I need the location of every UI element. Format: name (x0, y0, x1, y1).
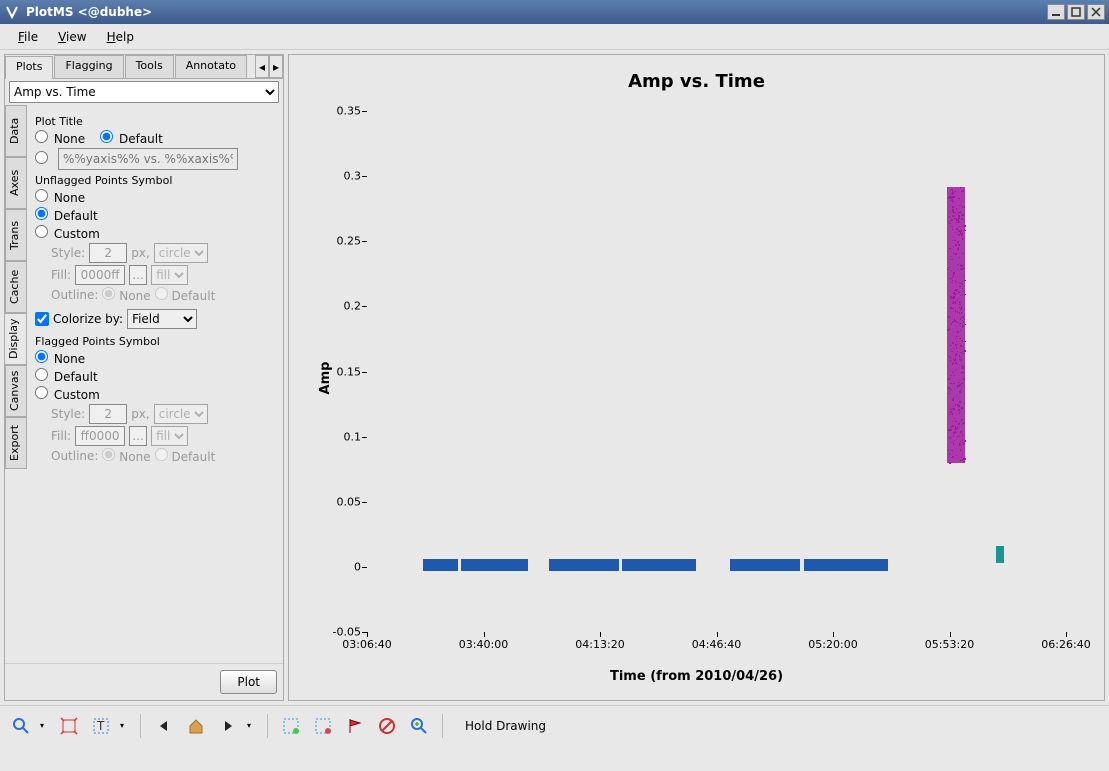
next-dropdown[interactable]: ▾ (247, 721, 257, 730)
unflagged-none[interactable]: None (35, 189, 85, 205)
deselect-region-icon[interactable] (310, 713, 336, 739)
plot-button[interactable]: Plot (220, 670, 277, 694)
text-dropdown[interactable]: ▾ (120, 721, 130, 730)
flagged-shape[interactable]: circle (154, 404, 208, 424)
flagged-fill-picker[interactable]: ... (129, 426, 147, 446)
flagged-custom[interactable]: Custom (35, 386, 100, 402)
vtab-export[interactable]: Export (5, 417, 27, 469)
data-points (730, 559, 800, 570)
unflagged-outline-label: Outline: (51, 288, 98, 302)
fit-icon[interactable] (56, 713, 82, 739)
vtab-display[interactable]: Display (5, 313, 27, 365)
unflagged-fill-picker[interactable]: ... (129, 265, 147, 285)
plot-title-label: Plot Title (35, 115, 275, 128)
flagged-style-value[interactable] (89, 404, 127, 424)
tab-annotator[interactable]: Annotato (175, 55, 247, 78)
unflagged-label: Unflagged Points Symbol (35, 174, 275, 187)
plot-title-default[interactable]: Default (100, 130, 163, 146)
vtab-data[interactable]: Data (5, 105, 27, 157)
data-points (804, 559, 888, 570)
close-button[interactable] (1087, 4, 1105, 20)
vtab-cache[interactable]: Cache (5, 261, 27, 313)
text-tool-icon[interactable]: T (88, 713, 114, 739)
next-icon[interactable] (215, 713, 241, 739)
flag-icon[interactable] (342, 713, 368, 739)
top-tabs: Plots Flagging Tools Annotato ◂ ▸ (5, 55, 283, 79)
unflagged-default[interactable]: Default (35, 207, 98, 223)
app-icon (4, 4, 20, 20)
menubar: File View Help (0, 24, 1109, 50)
flagged-style-label: Style: (51, 407, 85, 421)
vertical-tabs: Data Axes Trans Cache Display Canvas Exp… (5, 105, 27, 663)
home-icon[interactable] (183, 713, 209, 739)
flagged-outline-none[interactable]: None (102, 448, 150, 464)
chart-pane: Amp vs. Time Amp Time (from 2010/04/26) … (288, 54, 1105, 701)
tab-plots[interactable]: Plots (5, 56, 53, 79)
unflagged-outline-default[interactable]: Default (155, 287, 216, 303)
tab-tools[interactable]: Tools (125, 55, 174, 78)
colorize-select[interactable]: Field (127, 309, 197, 329)
plot-title-input[interactable] (58, 148, 238, 170)
tab-scroll-right[interactable]: ▸ (269, 55, 283, 78)
titlebar: PlotMS <@dubhe> (0, 0, 1109, 24)
data-points (423, 559, 458, 570)
unflagged-outline-none[interactable]: None (102, 287, 150, 303)
chart-xlabel: Time (from 2010/04/26) (297, 669, 1096, 684)
plot-type-select[interactable]: Amp vs. Time (9, 81, 279, 103)
vtab-axes[interactable]: Axes (5, 157, 27, 209)
unflagged-shape[interactable]: circle (154, 243, 208, 263)
select-region-icon[interactable] (278, 713, 304, 739)
flagged-outline-label: Outline: (51, 449, 98, 463)
prev-icon[interactable] (151, 713, 177, 739)
menu-help[interactable]: Help (97, 26, 144, 48)
data-points (996, 546, 1004, 563)
unflagged-style-label: Style: (51, 246, 85, 260)
zoom-icon[interactable] (8, 713, 34, 739)
status-text: Hold Drawing (465, 719, 546, 733)
data-points (461, 559, 527, 570)
flagged-outline-default[interactable]: Default (155, 448, 216, 464)
menu-view[interactable]: View (48, 26, 96, 48)
data-points (549, 559, 619, 570)
flagged-default[interactable]: Default (35, 368, 98, 384)
flagged-fill-mode[interactable]: fill (151, 426, 188, 446)
minimize-button[interactable] (1047, 4, 1065, 20)
vtab-canvas[interactable]: Canvas (5, 365, 27, 417)
flagged-none[interactable]: None (35, 350, 85, 366)
locate-icon[interactable] (406, 713, 432, 739)
chart-ylabel: Amp (318, 361, 333, 394)
zoom-dropdown[interactable]: ▾ (40, 721, 50, 730)
unflagged-fill-label: Fill: (51, 268, 71, 282)
unflagged-custom[interactable]: Custom (35, 225, 100, 241)
window-title: PlotMS <@dubhe> (26, 5, 1045, 19)
svg-text:T: T (96, 719, 105, 733)
plot-title-custom[interactable] (35, 151, 50, 167)
tab-flagging[interactable]: Flagging (54, 55, 123, 78)
flagged-fill-label: Fill: (51, 429, 71, 443)
vtab-trans[interactable]: Trans (5, 209, 27, 261)
plot-title-none[interactable]: None (35, 130, 85, 146)
menu-file[interactable]: File (8, 26, 48, 48)
colorize-checkbox[interactable] (35, 312, 49, 326)
unflagged-fill-mode[interactable]: fill (151, 265, 188, 285)
left-pane: Plots Flagging Tools Annotato ◂ ▸ Amp vs… (4, 54, 284, 701)
flagged-fill-value[interactable] (75, 426, 125, 446)
unflagged-fill-value[interactable] (75, 265, 125, 285)
bottom-toolbar: ▾ T ▾ ▾ Hold Drawing (0, 705, 1109, 745)
maximize-button[interactable] (1067, 4, 1085, 20)
unflagged-style-value[interactable] (89, 243, 127, 263)
unflag-icon[interactable] (374, 713, 400, 739)
colorize-label: Colorize by: (53, 312, 123, 326)
plot-area[interactable]: -0.0500.050.10.150.20.250.30.3503:06:400… (367, 111, 1066, 632)
display-panel: Plot Title None Default Unflagged Points… (27, 105, 283, 663)
tab-scroll-left[interactable]: ◂ (255, 55, 269, 78)
data-points (622, 559, 695, 570)
flagged-label: Flagged Points Symbol (35, 335, 275, 348)
chart-title: Amp vs. Time (297, 63, 1096, 96)
